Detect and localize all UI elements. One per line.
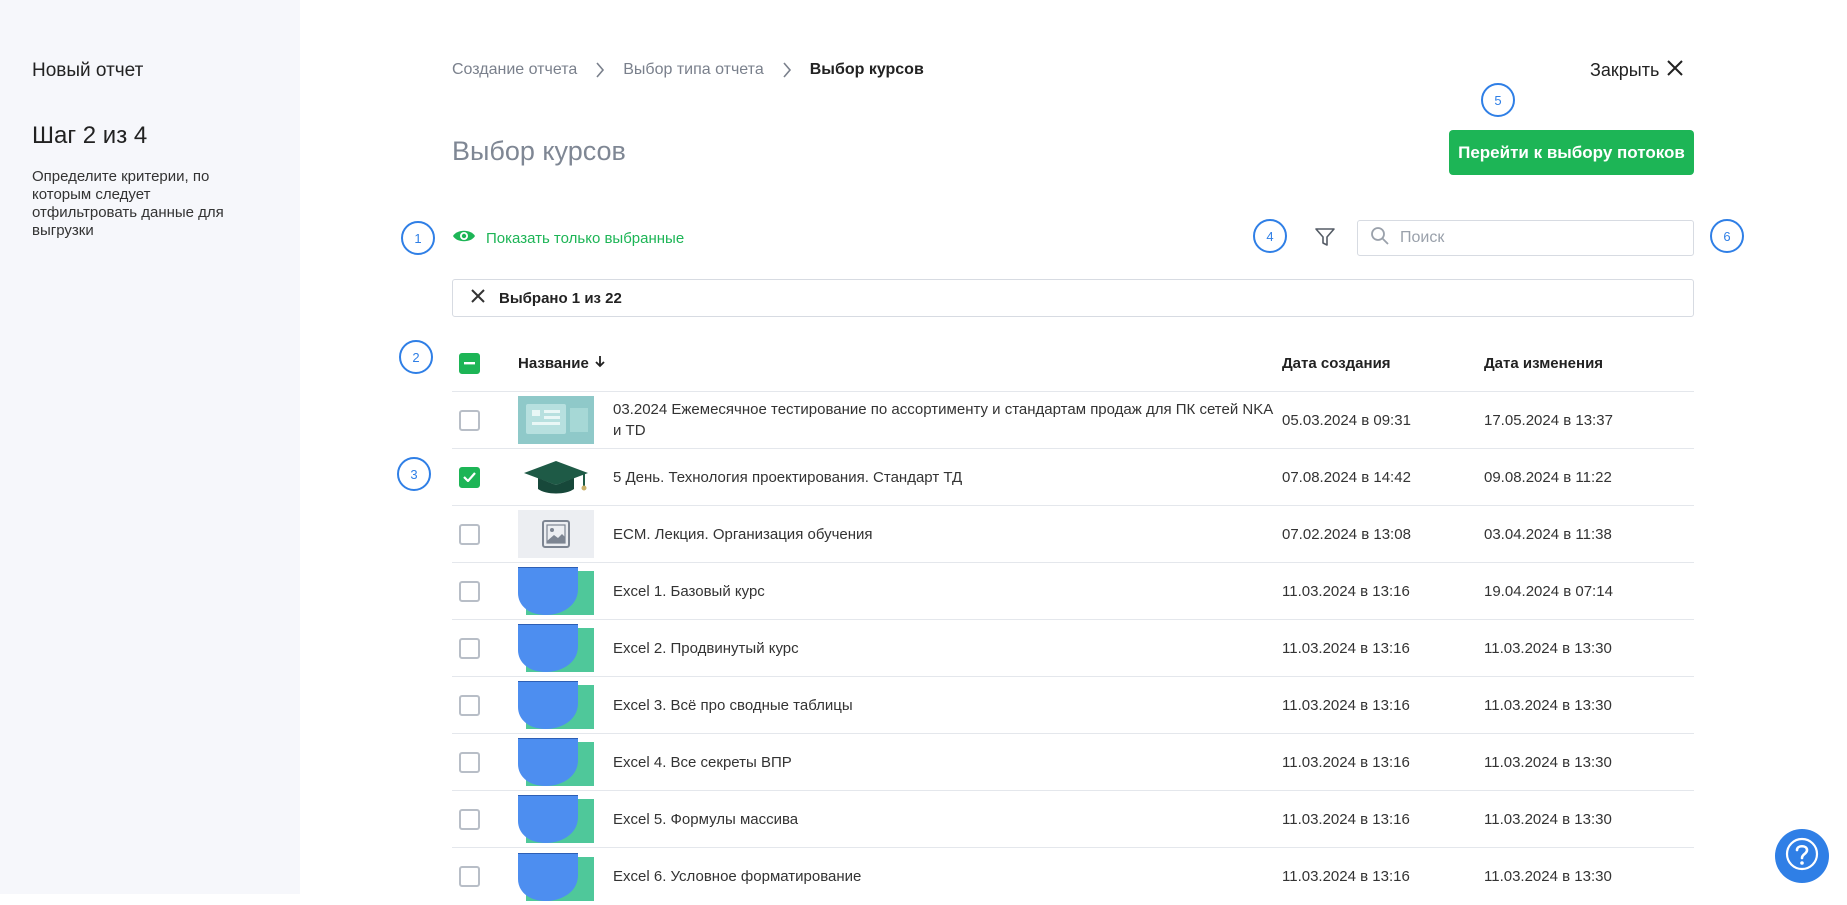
course-name: Excel 1. Базовый курс [613, 582, 765, 600]
table-row[interactable]: Excel 3. Всё про сводные таблицы 11.03.2… [452, 677, 1694, 734]
course-name: 03.2024 Ежемесячное тестирование по ассо… [613, 401, 1273, 439]
go-to-streams-button[interactable]: Перейти к выбору потоков [1449, 130, 1694, 175]
course-created: 11.03.2024 в 13:16 [1282, 582, 1410, 600]
step-description: Определите критерии, по которым следует … [32, 168, 224, 239]
course-updated: 11.03.2024 в 13:30 [1484, 868, 1612, 885]
sidebar: Новый отчет Шаг 2 из 4 Определите критер… [0, 0, 300, 894]
close-button[interactable]: Закрыть [1590, 60, 1684, 81]
show-selected-toggle[interactable]: Показать только выбранные [452, 228, 684, 248]
column-created-header[interactable]: Дата создания [1282, 355, 1484, 372]
table-row[interactable]: Excel 6. Условное форматирование 11.03.2… [452, 848, 1694, 905]
course-thumbnail [518, 396, 594, 444]
row-checkbox[interactable] [459, 808, 480, 830]
course-name: Excel 6. Условное форматирование [613, 868, 862, 885]
image-placeholder-icon [518, 510, 594, 558]
close-icon [1667, 60, 1684, 81]
excel-course-thumbnail [518, 567, 594, 615]
table-row[interactable]: ECM. Лекция. Организация обучения 07.02.… [452, 506, 1694, 563]
excel-course-thumbnail [518, 795, 594, 843]
selection-count: Выбрано 1 из 22 [499, 289, 622, 307]
row-checkbox[interactable] [459, 637, 480, 659]
course-updated: 17.05.2024 в 13:37 [1484, 411, 1613, 429]
help-button[interactable] [1775, 829, 1829, 883]
course-name: Excel 2. Продвинутый курс [613, 639, 799, 657]
row-checkbox[interactable] [459, 523, 480, 545]
course-created: 11.03.2024 в 13:16 [1282, 753, 1410, 771]
annotation-marker-6: 6 [1710, 219, 1744, 253]
search-box [1357, 220, 1694, 256]
clear-selection-icon[interactable] [471, 289, 485, 307]
row-checkbox[interactable] [459, 466, 480, 488]
column-name-header[interactable]: Название [518, 355, 1282, 372]
table-row[interactable]: Excel 2. Продвинутый курс 11.03.2024 в 1… [452, 620, 1694, 677]
course-created: 11.03.2024 в 13:16 [1282, 810, 1410, 828]
course-updated: 03.04.2024 в 11:38 [1484, 525, 1612, 543]
course-updated: 11.03.2024 в 13:30 [1484, 753, 1612, 771]
filter-icon [1314, 226, 1336, 253]
page-title: Выбор курсов [452, 136, 626, 166]
column-updated-header[interactable]: Дата изменения [1484, 355, 1694, 372]
step-indicator: Шаг 2 из 4 [32, 122, 148, 149]
chevron-right-icon [776, 61, 798, 79]
graduation-cap-icon [518, 453, 594, 501]
annotation-marker-4: 4 [1253, 219, 1287, 253]
close-label: Закрыть [1590, 60, 1660, 80]
course-name: Excel 3. Всё про сводные таблицы [613, 696, 853, 714]
sort-arrow-down-icon [595, 355, 605, 372]
annotation-marker-1: 1 [401, 221, 435, 255]
row-checkbox[interactable] [459, 580, 480, 602]
course-name: 5 День. Технология проектирования. Станд… [613, 468, 963, 486]
annotation-marker-5: 5 [1481, 83, 1515, 117]
report-title: Новый отчет [32, 60, 144, 81]
annotation-marker-2: 2 [399, 340, 433, 374]
course-updated: 11.03.2024 в 13:30 [1484, 810, 1612, 828]
course-updated: 09.08.2024 в 11:22 [1484, 468, 1612, 486]
row-checkbox[interactable] [459, 866, 480, 887]
courses-table: Название Дата создания Дата изменения 03… [452, 335, 1694, 905]
column-name-label: Название [518, 354, 589, 372]
course-created: 11.03.2024 в 13:16 [1282, 868, 1410, 885]
table-row[interactable]: Excel 1. Базовый курс 11.03.2024 в 13:16… [452, 563, 1694, 620]
breadcrumb-report-type[interactable]: Выбор типа отчета [623, 61, 763, 79]
breadcrumb: Создание отчета Выбор типа отчета Выбор … [452, 61, 924, 79]
eye-icon [452, 228, 476, 248]
table-header: Название Дата создания Дата изменения [452, 335, 1694, 392]
annotation-marker-3: 3 [397, 457, 431, 491]
table-row[interactable]: Excel 4. Все секреты ВПР 11.03.2024 в 13… [452, 734, 1694, 791]
course-created: 11.03.2024 в 13:16 [1282, 639, 1410, 657]
chevron-right-icon [589, 61, 611, 79]
course-name: Excel 5. Формулы массива [613, 810, 799, 828]
table-row[interactable]: 5 День. Технология проектирования. Станд… [452, 449, 1694, 506]
excel-course-thumbnail [518, 738, 594, 786]
excel-course-thumbnail [518, 624, 594, 672]
selection-summary: Выбрано 1 из 22 [452, 279, 1694, 317]
breadcrumb-create-report[interactable]: Создание отчета [452, 61, 577, 79]
course-created: 07.08.2024 в 14:42 [1282, 468, 1411, 486]
excel-course-thumbnail [518, 852, 594, 901]
course-created: 07.02.2024 в 13:08 [1282, 525, 1411, 543]
breadcrumb-current: Выбор курсов [809, 61, 924, 78]
row-checkbox[interactable] [459, 694, 480, 716]
course-created: 05.03.2024 в 09:31 [1282, 411, 1411, 429]
course-name: Excel 4. Все секреты ВПР [613, 753, 792, 771]
excel-course-thumbnail [518, 681, 594, 729]
row-checkbox[interactable] [459, 751, 480, 773]
table-row[interactable]: 03.2024 Ежемесячное тестирование по ассо… [452, 392, 1694, 449]
question-icon [1785, 837, 1819, 876]
row-checkbox[interactable] [459, 409, 480, 431]
course-updated: 11.03.2024 в 13:30 [1484, 639, 1612, 657]
select-all-checkbox[interactable] [459, 352, 480, 374]
course-updated: 19.04.2024 в 07:14 [1484, 582, 1613, 600]
show-selected-label: Показать только выбранные [486, 229, 685, 247]
course-updated: 11.03.2024 в 13:30 [1484, 696, 1612, 714]
course-created: 11.03.2024 в 13:16 [1282, 696, 1410, 714]
search-input[interactable] [1400, 229, 1670, 247]
search-icon [1370, 226, 1390, 251]
filter-button[interactable] [1312, 226, 1338, 252]
table-row[interactable]: Excel 5. Формулы массива 11.03.2024 в 13… [452, 791, 1694, 848]
course-name: ECM. Лекция. Организация обучения [613, 525, 873, 543]
